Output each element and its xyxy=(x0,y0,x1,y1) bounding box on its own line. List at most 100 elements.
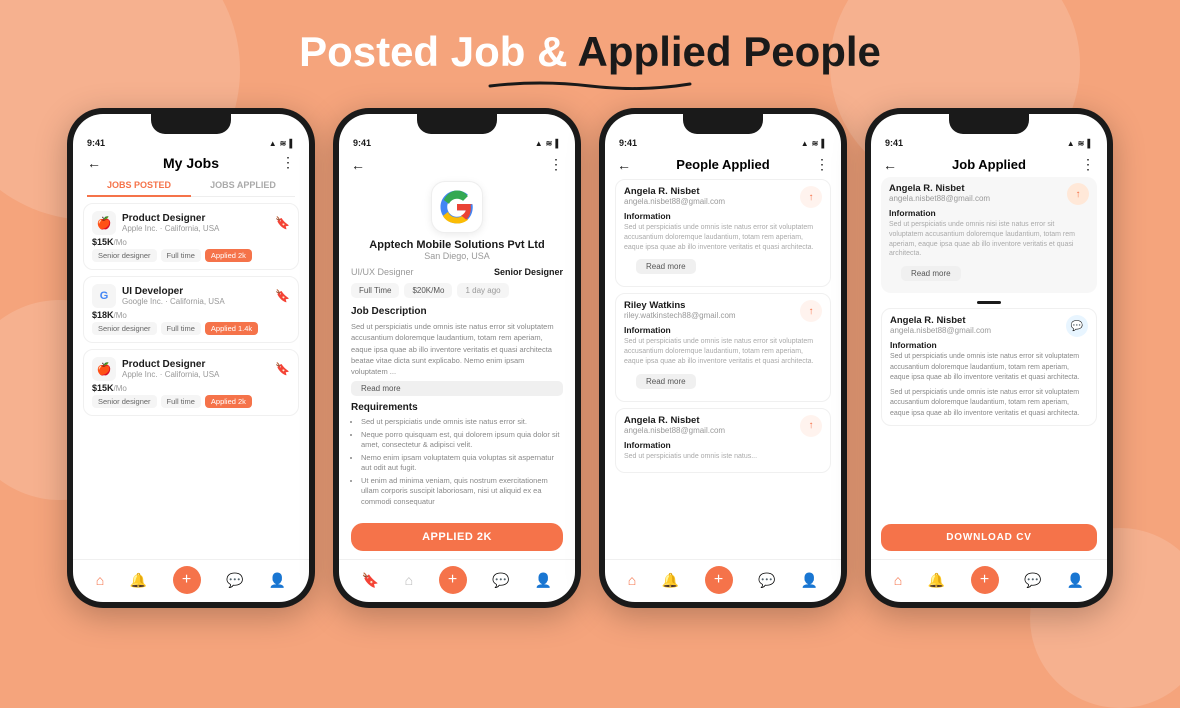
nav-bell-4[interactable]: 🔔 xyxy=(928,572,945,589)
chat-icon-4[interactable]: 💬 xyxy=(1066,315,1088,337)
bookmark-icon-3[interactable]: 🔖 xyxy=(275,362,290,376)
more-icon-4[interactable]: ⋮ xyxy=(1081,156,1095,173)
back-arrow-4[interactable]: ← xyxy=(883,157,897,173)
chat-info-text-2: Sed ut perspiciatis unde omnis iste natu… xyxy=(890,388,1088,420)
applicant-2-name: Riley Watkins xyxy=(624,300,736,311)
job-card-2[interactable]: G UI Developer Google Inc. · California,… xyxy=(83,276,299,343)
nav-person-2[interactable]: 👤 xyxy=(535,572,552,589)
back-arrow-1[interactable]: ← xyxy=(87,155,101,171)
read-more-applicant-2[interactable]: Read more xyxy=(636,374,696,389)
more-icon-2[interactable]: ⋮ xyxy=(549,156,563,173)
job-card-3[interactable]: 🍎 Product Designer Apple Inc. · Californ… xyxy=(83,349,299,416)
back-arrow-3[interactable]: ← xyxy=(617,157,631,173)
apply-button[interactable]: APPLIED 2K xyxy=(351,523,563,551)
requirements-title: Requirements xyxy=(339,402,575,413)
read-more-selected[interactable]: Read more xyxy=(901,266,961,281)
nav-add-4[interactable]: + xyxy=(971,566,999,594)
chat-applicant-card[interactable]: Angela R. Nisbet angela.nisbet88@gmail.c… xyxy=(881,308,1097,426)
nav-bell-1[interactable]: 🔔 xyxy=(130,572,147,589)
applicant-1-email: angela.nisbet88@gmail.com xyxy=(624,197,725,206)
bookmark-icon-2[interactable]: 🔖 xyxy=(275,289,290,303)
phone-4-bottom-nav: ⌂ 🔔 + 💬 👤 xyxy=(871,559,1107,602)
upload-icon-3[interactable]: ↑ xyxy=(800,415,822,437)
info-label-3: Information xyxy=(624,440,822,450)
job-info-2: UI Developer Google Inc. · California, U… xyxy=(122,286,225,306)
phone-4-screen: 9:41 ▲ ≋ ▌ ← Job Applied ⋮ Angela xyxy=(871,114,1107,602)
people-applied-title: People Applied xyxy=(676,157,769,172)
applicant-2-info: Riley Watkins riley.watkinstech88@gmail.… xyxy=(624,300,736,320)
job-company-3: Apple Inc. · California, USA xyxy=(122,370,219,379)
upload-icon-4[interactable]: ↑ xyxy=(1067,183,1089,205)
jobs-tabs: JOBS POSTED JOBS APPLIED xyxy=(87,175,295,197)
more-icon-3[interactable]: ⋮ xyxy=(815,156,829,173)
nav-home-1[interactable]: ⌂ xyxy=(96,572,104,588)
read-more-applicant-1[interactable]: Read more xyxy=(636,259,696,274)
download-cv-button[interactable]: DOWNLOAD CV xyxy=(881,524,1097,551)
phone-3-content: ← People Applied ⋮ Angela R. Nisbet ange… xyxy=(605,150,841,602)
nav-chat-2[interactable]: 💬 xyxy=(492,572,509,589)
job-card-1[interactable]: 🍎 Product Designer Apple Inc. · Californ… xyxy=(83,203,299,270)
job-salary-2: $18K/Mo xyxy=(92,310,290,320)
nav-chat-3[interactable]: 💬 xyxy=(758,572,775,589)
job-tags-3: Senior designer Full time Applied 2k xyxy=(92,395,290,408)
nav-add-1[interactable]: + xyxy=(173,566,201,594)
phone-3-people-applied: 9:41 ▲ ≋ ▌ ← People Applied ⋮ Ange xyxy=(599,108,847,608)
tag-applied-1: Applied 2k xyxy=(205,249,252,262)
nav-person-3[interactable]: 👤 xyxy=(801,572,818,589)
nav-add-3[interactable]: + xyxy=(705,566,733,594)
chat-applicant-info: Angela R. Nisbet angela.nisbet88@gmail.c… xyxy=(890,315,991,335)
company-name-2: Apptech Mobile Solutions Pvt Ltd xyxy=(339,239,575,251)
detail-tag-time: 1 day ago xyxy=(457,283,508,298)
req-item-2: Neque porro quisquam est, qui dolorem ip… xyxy=(361,430,563,451)
bookmark-icon-1[interactable]: 🔖 xyxy=(275,216,290,230)
job-salary-3: $15K/Mo xyxy=(92,383,290,393)
job-title-3: Product Designer xyxy=(122,359,219,370)
wifi-icon-4: ≋ xyxy=(1078,139,1085,148)
tag-senior-2: Senior designer xyxy=(92,322,157,335)
nav-bell-3[interactable]: 🔔 xyxy=(662,572,679,589)
job-desc-title: Job Description xyxy=(339,306,575,317)
job-tags-2: Senior designer Full time Applied 1.4k xyxy=(92,322,290,335)
phone-1-bottom-nav: ⌂ 🔔 + 💬 👤 xyxy=(73,559,309,602)
nav-home-4[interactable]: ⌂ xyxy=(894,572,902,588)
tab-jobs-applied[interactable]: JOBS APPLIED xyxy=(191,175,295,197)
tag-applied-3: Applied 2k xyxy=(205,395,252,408)
nav-home-3[interactable]: ⌂ xyxy=(628,572,636,588)
selected-email: angela.nisbet88@gmail.com xyxy=(889,194,990,203)
job-role-row: UI/UX Designer Senior Designer xyxy=(339,267,575,277)
applicant-card-1[interactable]: Angela R. Nisbet angela.nisbet88@gmail.c… xyxy=(615,179,831,287)
company-logo-2: G xyxy=(92,284,116,308)
nav-bookmark-2[interactable]: 🔖 xyxy=(362,572,379,589)
more-icon-1[interactable]: ⋮ xyxy=(281,154,295,171)
phone-1-my-jobs: 9:41 ▲ ≋ ▌ ← My Jobs ⋮ JOBS POSTED JOBS … xyxy=(67,108,315,608)
nav-chat-1[interactable]: 💬 xyxy=(226,572,243,589)
applicant-card-3[interactable]: Angela R. Nisbet angela.nisbet88@gmail.c… xyxy=(615,408,831,473)
phone-2-header: ← ⋮ xyxy=(339,150,575,177)
phone-3-notch xyxy=(683,114,763,134)
info-label-2: Information xyxy=(624,325,822,335)
nav-home-2[interactable]: ⌂ xyxy=(405,572,413,588)
wifi-icon-3: ≋ xyxy=(812,139,819,148)
upload-icon-1[interactable]: ↑ xyxy=(800,186,822,208)
applicant-1-header: Angela R. Nisbet angela.nisbet88@gmail.c… xyxy=(624,186,822,208)
signal-icon-2: ▲ xyxy=(535,139,543,148)
job-salary-1: $15K/Mo xyxy=(92,237,290,247)
upload-icon-2[interactable]: ↑ xyxy=(800,300,822,322)
read-more-btn-2[interactable]: Read more xyxy=(351,381,563,396)
signal-icon-4: ▲ xyxy=(1067,139,1075,148)
nav-person-4[interactable]: 👤 xyxy=(1067,572,1084,589)
nav-add-2[interactable]: + xyxy=(439,566,467,594)
chat-info-label: Information xyxy=(890,340,1088,350)
back-arrow-2[interactable]: ← xyxy=(351,157,365,173)
phone-1-screen: 9:41 ▲ ≋ ▌ ← My Jobs ⋮ JOBS POSTED JOBS … xyxy=(73,114,309,602)
nav-person-1[interactable]: 👤 xyxy=(269,572,286,589)
job-desc-text: Sed ut perspiciatis unde omnis iste natu… xyxy=(339,321,575,377)
chat-info-text-1: Sed ut perspiciatis unde omnis iste natu… xyxy=(890,352,1088,384)
tab-jobs-posted[interactable]: JOBS POSTED xyxy=(87,175,191,197)
nav-chat-4[interactable]: 💬 xyxy=(1024,572,1041,589)
wifi-icon: ≋ xyxy=(280,139,287,148)
status-icons-1: ▲ ≋ ▌ xyxy=(269,139,295,148)
applicant-card-2[interactable]: Riley Watkins riley.watkinstech88@gmail.… xyxy=(615,293,831,401)
selected-applicant-card[interactable]: Angela R. Nisbet angela.nisbet88@gmail.c… xyxy=(881,177,1097,293)
applicant-2-header: Riley Watkins riley.watkinstech88@gmail.… xyxy=(624,300,822,322)
